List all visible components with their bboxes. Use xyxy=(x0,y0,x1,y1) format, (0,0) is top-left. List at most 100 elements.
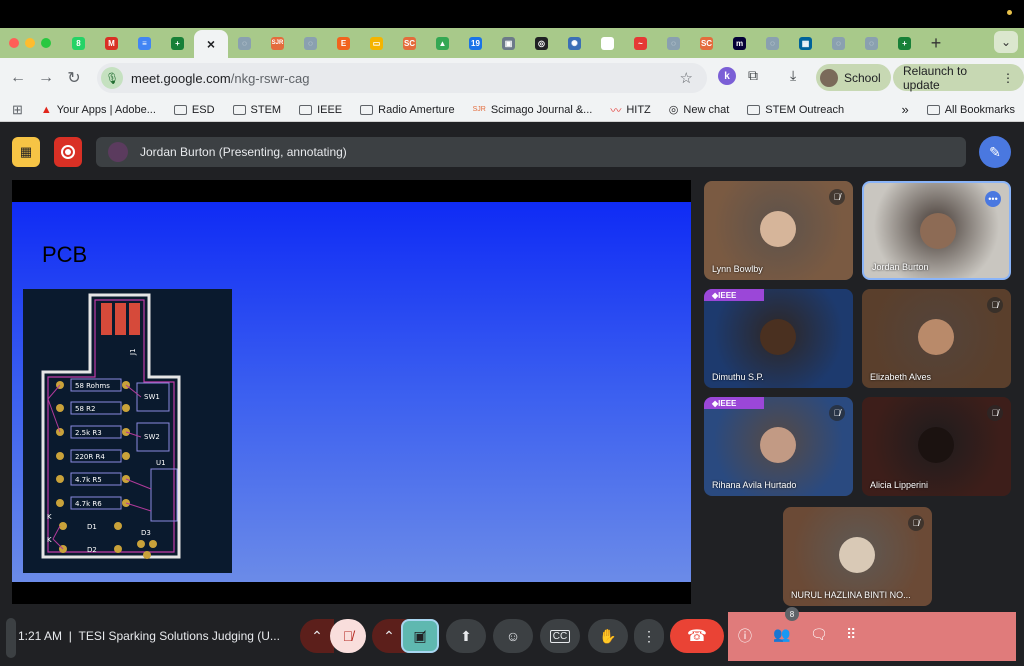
extension-k-icon[interactable]: k xyxy=(718,67,736,85)
hitz-icon: 〰 xyxy=(610,104,622,117)
browser-tab[interactable]: ▭ xyxy=(360,30,393,56)
bookmark-item[interactable]: IEEE xyxy=(290,104,351,116)
stop-presenting-button[interactable]: ▦ xyxy=(12,137,40,167)
browser-tab[interactable]: ≡ xyxy=(128,30,161,56)
annotate-button[interactable]: ✎ xyxy=(979,136,1011,168)
participant-avatar xyxy=(918,427,954,463)
raise-hand-button[interactable]: ✋ xyxy=(588,619,628,653)
close-window-button[interactable] xyxy=(9,38,19,48)
mic-options-button[interactable]: ⌃ xyxy=(300,619,334,653)
presenter-bar: Jordan Burton (Presenting, annotating) xyxy=(96,137,966,167)
people-button[interactable]: 👥 xyxy=(773,626,790,643)
svg-text:SW2: SW2 xyxy=(144,433,160,441)
browser-tab[interactable]: ▦ xyxy=(789,30,822,56)
browser-tab[interactable]: SJR xyxy=(261,30,294,56)
reactions-button[interactable]: ☺ xyxy=(493,619,533,653)
minimize-window-button[interactable] xyxy=(25,38,35,48)
participant-tile[interactable]: ◆IEEE 🎙̸ Rihana Avila Hurtado xyxy=(704,397,853,496)
download-icon[interactable]: ⤓ xyxy=(790,67,796,84)
browser-tab[interactable]: M xyxy=(95,30,128,56)
browser-tab[interactable]: ◌ xyxy=(657,30,690,56)
meeting-details-button[interactable]: ⓘ xyxy=(738,626,752,646)
contacts-icon: ▣ xyxy=(502,36,515,50)
browser-tab[interactable]: ◌ xyxy=(756,30,789,56)
avatar xyxy=(820,68,838,87)
bookmark-item[interactable]: ◎ New chat xyxy=(660,103,738,117)
browser-tab[interactable]: ◌ xyxy=(855,30,888,56)
apps-grid-icon[interactable]: ⊞ xyxy=(0,102,32,118)
new-tab-button[interactable]: + xyxy=(921,33,951,54)
pcb-drawing: 58 Rohms 58 R2 2.5k R3 220R R4 4.7k R5 4.7k … xyxy=(41,293,181,559)
browser-tab[interactable]: ▣ xyxy=(492,30,525,56)
more-horizontal-icon[interactable]: ••• xyxy=(985,191,1001,207)
participant-tile[interactable]: 🎙̸ Elizabeth Alves xyxy=(862,289,1011,388)
pcb-layout-image: 58 Rohms 58 R2 2.5k R3 220R R4 4.7k R5 4.7k … xyxy=(23,289,232,573)
forward-button[interactable]: → xyxy=(32,69,60,87)
leave-call-button[interactable]: ☎ xyxy=(670,619,724,653)
address-bar[interactable]: 🎙 meet.google.com/nkg-rswr-cag ☆ xyxy=(97,63,707,93)
bookmark-item[interactable]: STEM xyxy=(224,104,291,116)
arrow-left-icon: ← xyxy=(10,69,26,86)
microphone-icon[interactable]: 🎙 xyxy=(101,67,123,89)
mic-off-icon: 🎙̸ xyxy=(987,405,1003,421)
close-icon[interactable]: × xyxy=(205,36,218,52)
browser-tab[interactable]: ◌ xyxy=(822,30,855,56)
browser-tab[interactable]: × xyxy=(194,30,228,58)
zoom-window-button[interactable] xyxy=(41,38,51,48)
bookmark-item[interactable]: Radio Amerture xyxy=(351,104,463,116)
chat-button[interactable]: 🗨 xyxy=(810,626,828,643)
bookmark-star-icon[interactable]: ☆ xyxy=(680,69,693,87)
browser-tab[interactable]: 19 xyxy=(459,30,492,56)
browser-tab[interactable]: m xyxy=(723,30,756,56)
browser-tab[interactable]: + xyxy=(161,30,194,56)
participant-tile[interactable]: 🎙̸ NURUL HAZLINA BINTI NO... xyxy=(783,507,932,606)
browser-tab[interactable]: ~ xyxy=(624,30,657,56)
bookmark-item[interactable]: SJR Scimago Journal &... xyxy=(464,104,602,116)
mic-off-icon: 🎙̸ xyxy=(829,189,845,205)
bookmark-item[interactable]: ▲ Your Apps | Adobe... xyxy=(32,104,165,116)
participant-tile[interactable]: 🎙̸ Lynn Bowlby xyxy=(704,181,853,280)
all-bookmarks-button[interactable]: All Bookmarks xyxy=(918,104,1024,116)
browser-tab[interactable]: SC xyxy=(393,30,426,56)
camera-off-icon: ▣̸ xyxy=(413,627,427,644)
browser-tab[interactable]: + xyxy=(888,30,921,56)
bookmark-item[interactable]: STEM Outreach xyxy=(738,104,853,116)
relaunch-button[interactable]: Relaunch to update ⋮ xyxy=(893,64,1024,92)
side-panel-handle[interactable] xyxy=(6,618,16,658)
participant-tile[interactable]: ◆IEEE Dimuthu S.P. xyxy=(704,289,853,388)
browser-tab[interactable]: SC xyxy=(690,30,723,56)
more-options-button[interactable]: ⋮ xyxy=(634,619,664,653)
back-button[interactable]: ← xyxy=(4,69,32,87)
browser-tab[interactable]: 8 xyxy=(62,30,95,56)
browser-tab[interactable]: ◌ xyxy=(228,30,261,56)
present-screen-button[interactable]: ⬆ xyxy=(446,619,486,653)
captions-button[interactable]: CC xyxy=(540,619,580,653)
bookmarks-bar: ⊞ ▲ Your Apps | Adobe... ESD STEM IEEE Radio … xyxy=(0,98,1024,122)
browser-tab[interactable]: E xyxy=(327,30,360,56)
svg-text:4.7k R6: 4.7k R6 xyxy=(75,500,102,508)
reload-button[interactable]: ↻ xyxy=(60,68,88,88)
browser-tab[interactable]: ✺ xyxy=(558,30,591,56)
extensions-puzzle-icon[interactable]: ⧉ xyxy=(748,67,758,84)
tab-search-button[interactable]: ⌄ xyxy=(994,31,1018,53)
present-off-icon: ▦ xyxy=(19,144,33,159)
side-controls-panel: ⓘ 👥 🗨 ⠿ xyxy=(728,612,1016,661)
bookmark-item[interactable]: ESD xyxy=(165,104,224,116)
browser-tab[interactable]: ▲ xyxy=(426,30,459,56)
mic-toggle-button[interactable]: 🎙̸ xyxy=(330,619,366,653)
recording-button[interactable] xyxy=(54,137,82,167)
people-count-badge: 8 xyxy=(785,607,799,621)
more-bookmarks-button[interactable]: » xyxy=(892,102,917,117)
participant-tile[interactable]: 🎙̸ Alicia Lipperini xyxy=(862,397,1011,496)
activities-button[interactable]: ⠿ xyxy=(846,626,856,643)
browser-tab[interactable]: ▬ xyxy=(591,30,624,56)
browser-tab[interactable]: ◎ xyxy=(525,30,558,56)
slide-title: PCB xyxy=(42,242,88,267)
globe-icon: ◌ xyxy=(304,36,317,50)
participant-tile[interactable]: ••• Jordan Burton xyxy=(862,181,1011,280)
bookmark-item[interactable]: 〰 HITZ xyxy=(601,102,659,118)
participant-name: Rihana Avila Hurtado xyxy=(712,480,797,490)
browser-tab[interactable]: ◌ xyxy=(294,30,327,56)
camera-toggle-button[interactable]: ▣̸ xyxy=(401,619,439,653)
profile-button[interactable]: School xyxy=(816,64,891,91)
